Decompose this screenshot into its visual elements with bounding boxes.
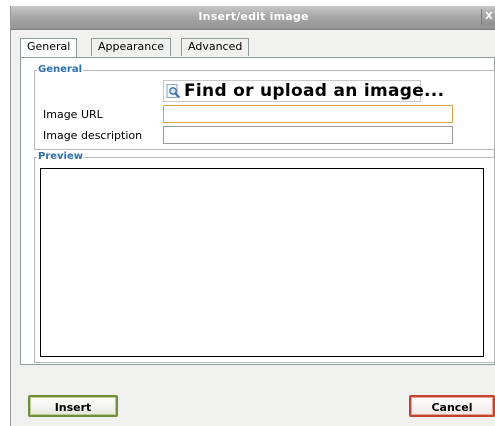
image-url-input[interactable]: [163, 105, 453, 123]
preview-legend: Preview: [37, 151, 85, 162]
general-legend: General: [37, 64, 83, 75]
find-upload-image-button[interactable]: Find or upload an image...: [163, 80, 444, 102]
tab-appearance[interactable]: Appearance: [91, 38, 172, 56]
image-description-label: Image description: [43, 129, 143, 142]
dialog-title: Insert/edit image: [198, 10, 309, 23]
image-preview-area: [40, 168, 484, 357]
magnifier-icon: [166, 83, 181, 99]
tab-advanced[interactable]: Advanced: [181, 38, 250, 56]
image-url-label: Image URL: [43, 108, 103, 121]
tab-general[interactable]: General: [20, 38, 78, 58]
image-description-input[interactable]: [163, 126, 453, 144]
title-bar[interactable]: Insert/edit image X: [11, 6, 495, 30]
cancel-button[interactable]: Cancel: [409, 395, 495, 417]
find-upload-label: Find or upload an image...: [184, 81, 445, 101]
insert-button[interactable]: Insert: [28, 395, 118, 417]
close-icon[interactable]: X: [481, 9, 495, 25]
